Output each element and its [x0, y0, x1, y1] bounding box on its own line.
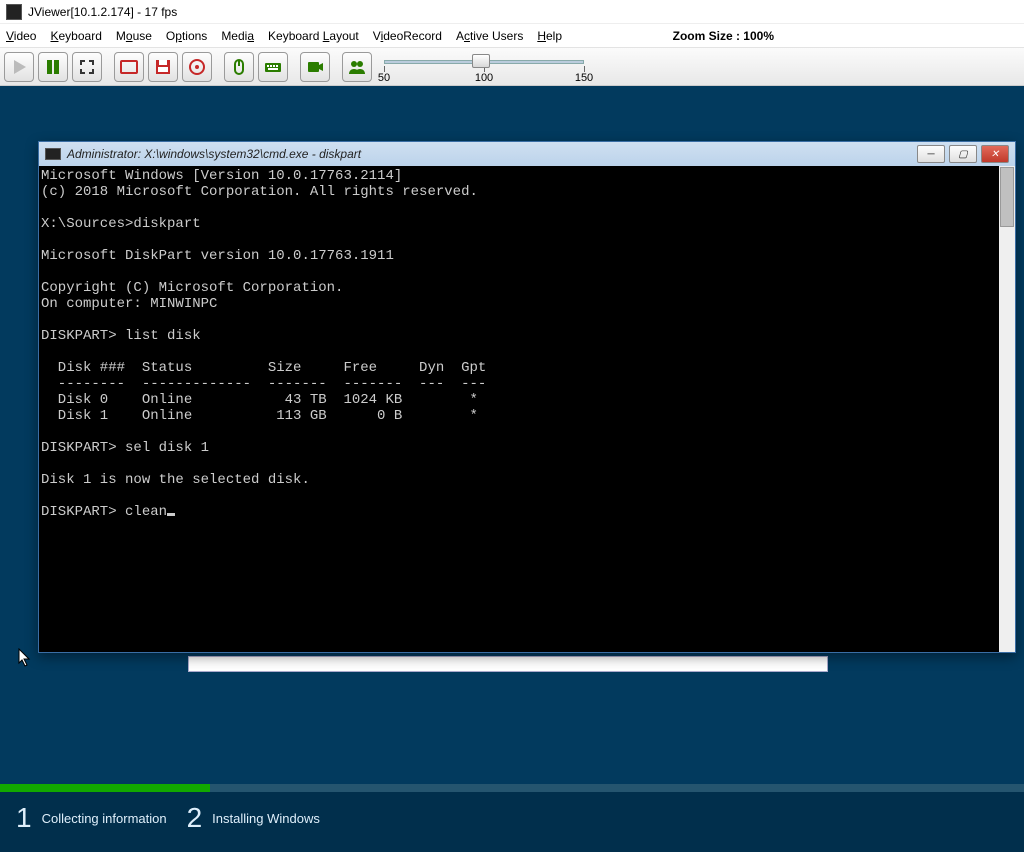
- menu-media[interactable]: Media: [221, 29, 254, 43]
- menubar: Video Keyboard Mouse Options Media Keybo…: [0, 24, 1024, 48]
- cmd-window[interactable]: Administrator: X:\windows\system32\cmd.e…: [38, 141, 1016, 653]
- menu-options[interactable]: Options: [166, 29, 207, 43]
- cmd-output[interactable]: Microsoft Windows [Version 10.0.17763.21…: [39, 166, 1015, 652]
- menu-videorecord[interactable]: VideoRecord: [373, 29, 442, 43]
- remote-desktop[interactable]: Administrator: X:\windows\system32\cmd.e…: [0, 86, 1024, 852]
- cmd-scroll-thumb[interactable]: [1000, 167, 1014, 227]
- menu-video[interactable]: Video: [6, 29, 36, 43]
- app-titlebar: JViewer[10.1.2.174] - 17 fps: [0, 0, 1024, 24]
- cmd-title: Administrator: X:\windows\system32\cmd.e…: [67, 147, 361, 161]
- menu-keyboard-layout[interactable]: Keyboard Layout: [268, 29, 359, 43]
- floppy-button[interactable]: [148, 52, 178, 82]
- maximize-button[interactable]: ▢: [949, 145, 977, 163]
- zoom-mid: 100: [475, 72, 493, 84]
- minimize-button[interactable]: ─: [917, 145, 945, 163]
- cdrom-button[interactable]: [114, 52, 144, 82]
- disc-button[interactable]: [182, 52, 212, 82]
- toolbar: 50 100 150: [0, 48, 1024, 86]
- text-cursor: [167, 513, 175, 516]
- menu-keyboard[interactable]: Keyboard: [50, 29, 101, 43]
- installer-footer: 1 Collecting information 2 Installing Wi…: [0, 784, 1024, 852]
- users-button[interactable]: [342, 52, 372, 82]
- setup-inner-progress: [188, 656, 828, 672]
- menu-mouse[interactable]: Mouse: [116, 29, 152, 43]
- record-button[interactable]: [300, 52, 330, 82]
- app-icon: [6, 4, 22, 20]
- pause-button[interactable]: [38, 52, 68, 82]
- cmd-icon: [45, 148, 61, 160]
- cmd-scrollbar[interactable]: [999, 166, 1015, 652]
- zoom-min: 50: [378, 72, 390, 84]
- install-step-2: 2 Installing Windows: [187, 802, 320, 834]
- menu-help[interactable]: Help: [537, 29, 562, 43]
- fullscreen-button[interactable]: [72, 52, 102, 82]
- cmd-titlebar[interactable]: Administrator: X:\windows\system32\cmd.e…: [39, 142, 1015, 166]
- zoom-size-label: Zoom Size : 100%: [673, 29, 774, 43]
- app-title: JViewer[10.1.2.174] - 17 fps: [28, 5, 177, 19]
- cursor-icon: [18, 648, 32, 668]
- install-progress: [0, 784, 1024, 792]
- zoom-slider-thumb[interactable]: [472, 54, 490, 68]
- close-button[interactable]: ✕: [981, 145, 1009, 163]
- zoom-max: 150: [575, 72, 593, 84]
- install-step-1: 1 Collecting information: [16, 802, 167, 834]
- play-button[interactable]: [4, 52, 34, 82]
- keyboard-button[interactable]: [258, 52, 288, 82]
- zoom-slider[interactable]: 50 100 150: [384, 52, 584, 82]
- mouse-button[interactable]: [224, 52, 254, 82]
- menu-active-users[interactable]: Active Users: [456, 29, 523, 43]
